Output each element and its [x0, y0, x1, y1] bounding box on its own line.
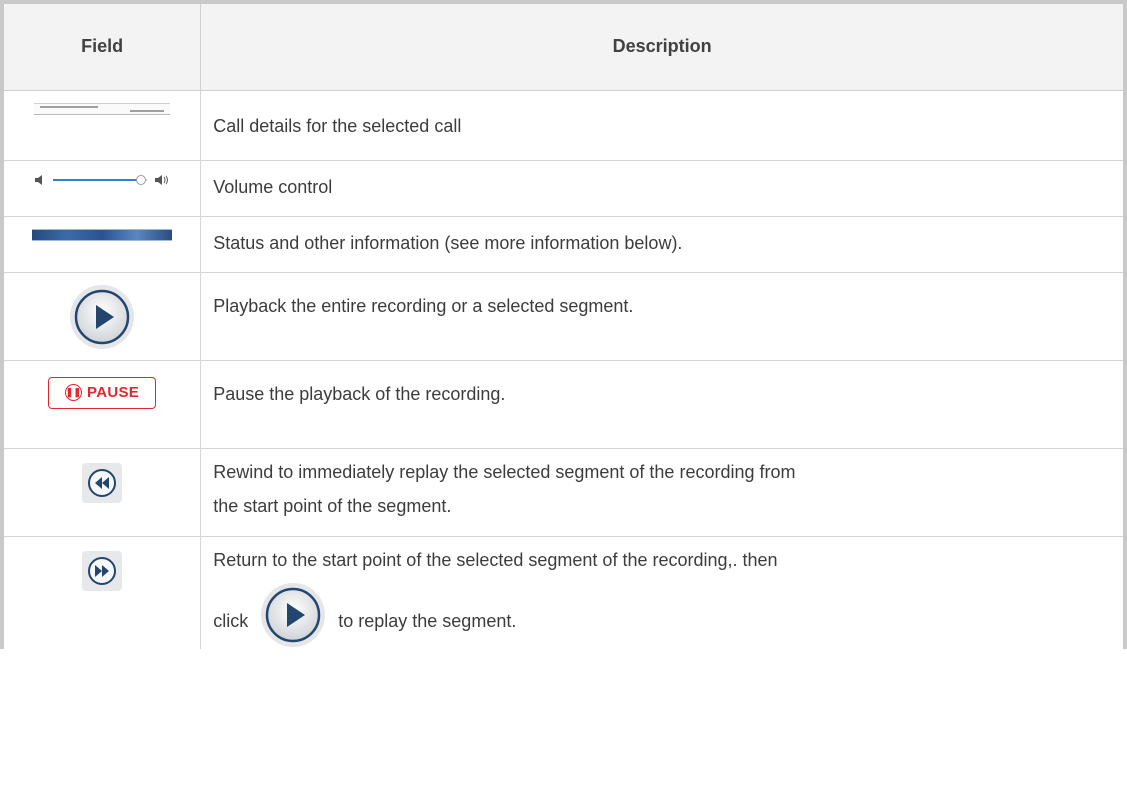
pause-label: PAUSE [87, 383, 140, 401]
row-description: Status and other information (see more i… [213, 232, 683, 253]
table-header-row: Field Description [2, 2, 1125, 91]
table-row: Volume control [2, 160, 1125, 217]
play-icon [261, 582, 326, 647]
table-row: Status and other information (see more i… [2, 216, 1125, 273]
rewind-icon[interactable] [82, 462, 123, 503]
row-description: Pause the playback of the recording. [213, 383, 506, 404]
document-page: Field Description Call details for the s… [0, 0, 1127, 803]
pause-button[interactable]: ❚❚ PAUSE [48, 376, 157, 409]
header-field: Field [2, 2, 202, 91]
volume-slider-icon [35, 174, 169, 185]
waveform-status-icon [32, 228, 173, 241]
table-row: Return to the start point of the selecte… [2, 536, 1125, 649]
row-description: Call details for the selected call [213, 115, 462, 136]
table-row: Call details for the selected call [2, 90, 1125, 161]
pause-icon: ❚❚ [65, 384, 83, 401]
row-description: Volume control [213, 176, 333, 197]
call-details-strip-icon [34, 102, 171, 115]
click-text: click [213, 610, 249, 631]
row-description-line1: Return to the start point of the selecte… [213, 549, 778, 570]
table-row: Playback the entire recording or a selec… [2, 272, 1125, 361]
play-icon[interactable] [68, 283, 136, 351]
row-description-line2: click to replay the segment. [213, 581, 1105, 649]
replay-text: to replay the segment. [338, 610, 517, 631]
field-description-table: Field Description Call details for the s… [0, 0, 1127, 649]
row-description-line1: Rewind to immediately replay the selecte… [213, 461, 796, 482]
row-description-line2: the start point of the segment. [213, 495, 452, 516]
table-row: Rewind to immediately replay the selecte… [2, 448, 1125, 537]
row-description: Playback the entire recording or a selec… [213, 295, 634, 316]
forward-icon[interactable] [82, 550, 123, 591]
header-description: Description [200, 2, 1125, 91]
table-row: ❚❚ PAUSE Pause the playback of the recor… [2, 360, 1125, 449]
